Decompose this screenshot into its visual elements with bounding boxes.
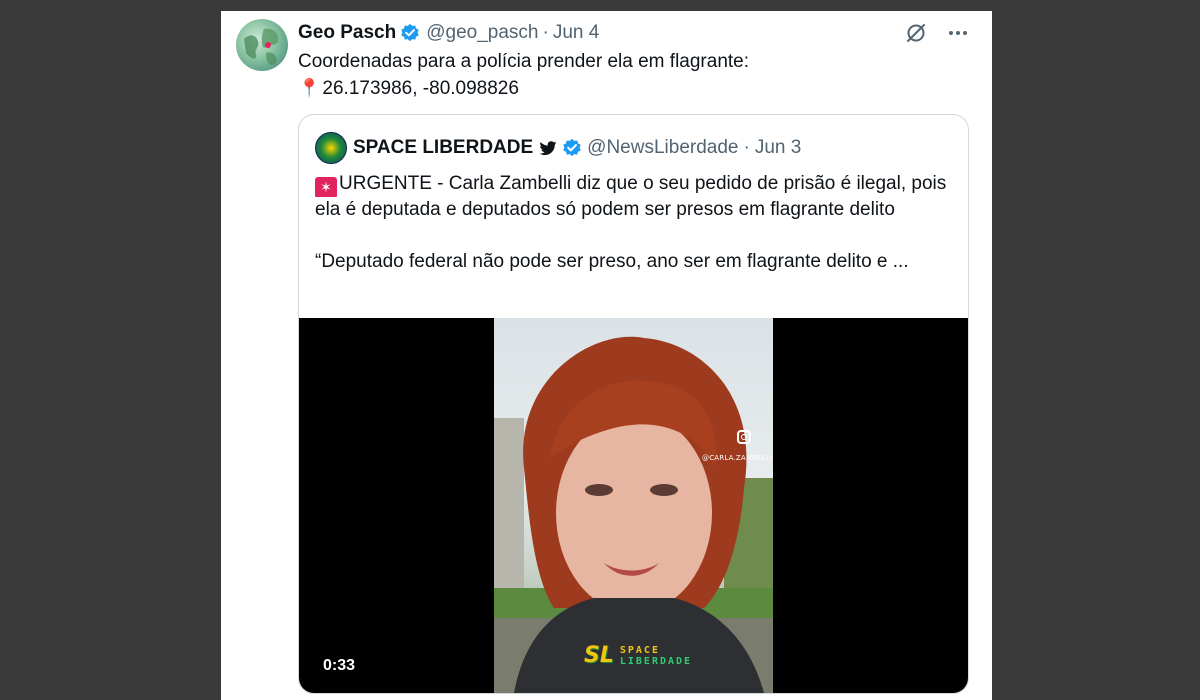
- quote-date[interactable]: Jun 3: [755, 137, 801, 159]
- separator-dot: ·: [542, 22, 549, 43]
- quote-author-name[interactable]: SPACE LIBERDADE: [353, 137, 533, 159]
- video-player[interactable]: @CARLA.ZAMBELLI SL SPACE LIBERDADE 0:33: [299, 318, 968, 693]
- quote-avatar[interactable]: [315, 132, 347, 164]
- watermark-logo: SL: [584, 643, 614, 668]
- person-illustration: [494, 336, 773, 693]
- video-duration: 0:33: [317, 655, 362, 677]
- twitter-bird-icon: [539, 141, 557, 156]
- pin-icon: 📍: [298, 78, 321, 98]
- more-button[interactable]: [946, 21, 970, 45]
- watermark-line1: SPACE: [619, 644, 660, 656]
- instagram-tag: @CARLA.ZAMBELLI: [702, 454, 773, 462]
- separator-dot: ·: [743, 137, 750, 158]
- coordinates-text: 26.173986, -80.098826: [322, 78, 519, 99]
- author-handle[interactable]: @geo_pasch: [426, 22, 538, 44]
- quote-text-para1: ✶ URGENTE - Carla Zambelli diz que o seu …: [315, 171, 955, 223]
- tweet-text-line1: Coordenadas para a polícia prender ela e…: [298, 51, 750, 72]
- tweet-date[interactable]: Jun 4: [553, 22, 599, 44]
- globe-icon: [244, 28, 279, 65]
- siren-icon: ✶: [315, 177, 337, 197]
- grok-icon: [907, 24, 925, 42]
- tweet-card[interactable]: Geo Pasch @geo_pasch · Jun 4 Coordenadas…: [221, 11, 992, 700]
- verified-badge-icon: [401, 23, 419, 42]
- quote-text-body: URGENTE - Carla Zambelli diz que o seu p…: [315, 173, 947, 220]
- grok-button[interactable]: [904, 21, 928, 45]
- tweet-text-line2: 📍 26.173986, -80.098826: [298, 75, 978, 102]
- instagram-icon: [737, 430, 751, 444]
- verified-badge-icon: [563, 138, 581, 157]
- tweet-text: Coordenadas para a polícia prender ela e…: [298, 49, 978, 102]
- author-name[interactable]: Geo Pasch: [298, 22, 396, 44]
- avatar[interactable]: [236, 19, 288, 71]
- watermark-line2: LIBERDADE: [619, 655, 693, 667]
- video-thumbnail[interactable]: @CARLA.ZAMBELLI SL SPACE LIBERDADE: [494, 318, 773, 693]
- watermark: SL SPACE LIBERDADE: [584, 643, 692, 668]
- quote-author-handle[interactable]: @NewsLiberdade: [587, 137, 738, 159]
- quote-text: ✶ URGENTE - Carla Zambelli diz que o seu …: [315, 171, 955, 275]
- quoted-tweet[interactable]: SPACE LIBERDADE @NewsLiberdade · Jun 3 ✶…: [298, 114, 969, 694]
- more-icon: [949, 31, 967, 35]
- quote-text-para2: “Deputado federal não pode ser preso, an…: [315, 251, 909, 272]
